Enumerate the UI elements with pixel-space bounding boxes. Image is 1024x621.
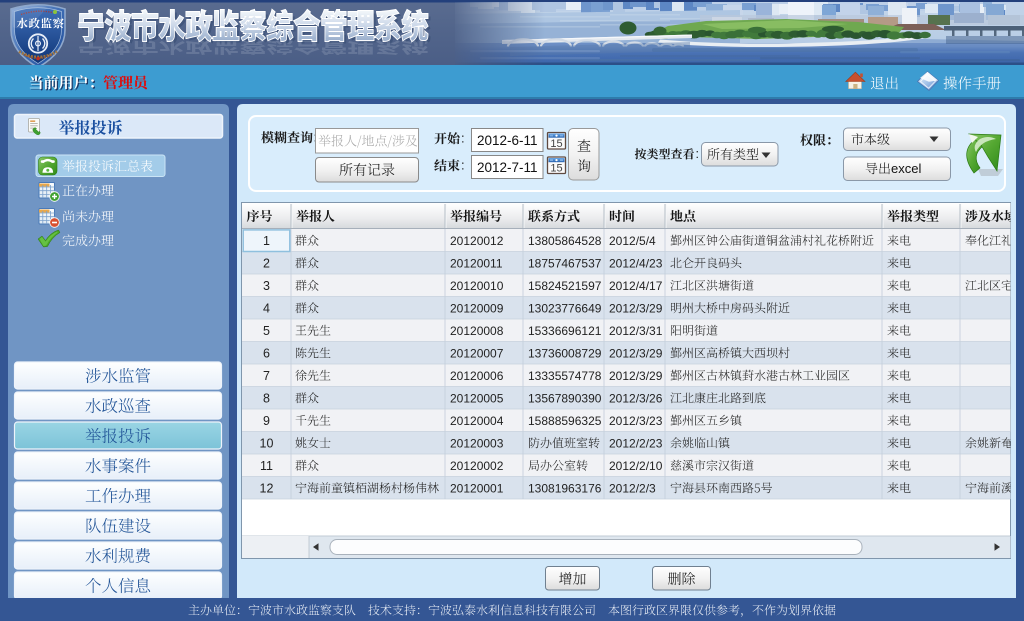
svg-text:20120007: 20120007 [450,346,504,360]
svg-text:5: 5 [263,324,270,338]
svg-text:20120005: 20120005 [450,391,504,405]
svg-text:7: 7 [263,369,270,383]
svg-text:20120006: 20120006 [450,369,504,383]
svg-text:2012/4/17: 2012/4/17 [609,279,663,293]
svg-text:2012/3/29: 2012/3/29 [609,369,663,383]
svg-text:2012-7-11: 2012-7-11 [477,160,538,175]
svg-text:20120002: 20120002 [450,459,504,473]
svg-text:2012/2/3: 2012/2/3 [609,481,656,495]
svg-text:15: 15 [550,138,562,150]
svg-text::: : [461,131,465,146]
svg-text:20120011: 20120011 [450,256,503,270]
svg-text:9: 9 [263,414,270,428]
svg-text:20120001: 20120001 [450,481,504,495]
svg-text:20120003: 20120003 [450,436,504,450]
svg-text:20120009: 20120009 [450,301,504,315]
svg-text:13567890390: 13567890390 [528,391,602,405]
svg-text:8: 8 [263,391,270,405]
svg-text:2012/2/10: 2012/2/10 [609,459,663,473]
svg-text:18757467537: 18757467537 [528,256,602,270]
svg-text:excel: excel [891,161,921,176]
svg-text:1: 1 [263,234,270,248]
svg-text:13805864528: 13805864528 [528,234,602,248]
svg-text:12: 12 [260,481,274,495]
svg-text:2012/3/29: 2012/3/29 [609,346,663,360]
svg-text:2012-6-11: 2012-6-11 [477,133,538,148]
svg-text:2012/3/26: 2012/3/26 [609,391,663,405]
svg-text:2: 2 [263,256,270,270]
svg-text::: : [461,158,465,173]
svg-text:20120008: 20120008 [450,324,504,338]
svg-text:2012/5/4: 2012/5/4 [609,234,656,248]
svg-text:2012/3/23: 2012/3/23 [609,414,663,428]
svg-text::: : [696,147,699,161]
svg-text:11: 11 [260,459,273,473]
svg-text:3: 3 [263,279,270,293]
svg-text:15336696121: 15336696121 [528,324,602,338]
svg-text:2012/4/23: 2012/4/23 [609,256,663,270]
svg-text:2012/3/31: 2012/3/31 [609,324,663,338]
svg-text:10: 10 [260,436,274,450]
svg-text:20120010: 20120010 [450,279,504,293]
svg-text:13023776649: 13023776649 [528,301,602,315]
svg-text:15: 15 [550,163,562,175]
svg-text:2012/3/29: 2012/3/29 [609,301,663,315]
svg-text:13736008729: 13736008729 [528,346,602,360]
svg-text:15824521597: 15824521597 [528,279,602,293]
svg-text:20120004: 20120004 [450,414,504,428]
svg-text:20120012: 20120012 [450,234,504,248]
svg-text:4: 4 [263,301,270,315]
svg-text:15888596325: 15888596325 [528,414,602,428]
svg-text:6: 6 [263,346,270,360]
svg-text:13081963176: 13081963176 [528,481,602,495]
svg-text:2012/2/23: 2012/2/23 [609,436,663,450]
svg-text:13335574778: 13335574778 [528,369,602,383]
